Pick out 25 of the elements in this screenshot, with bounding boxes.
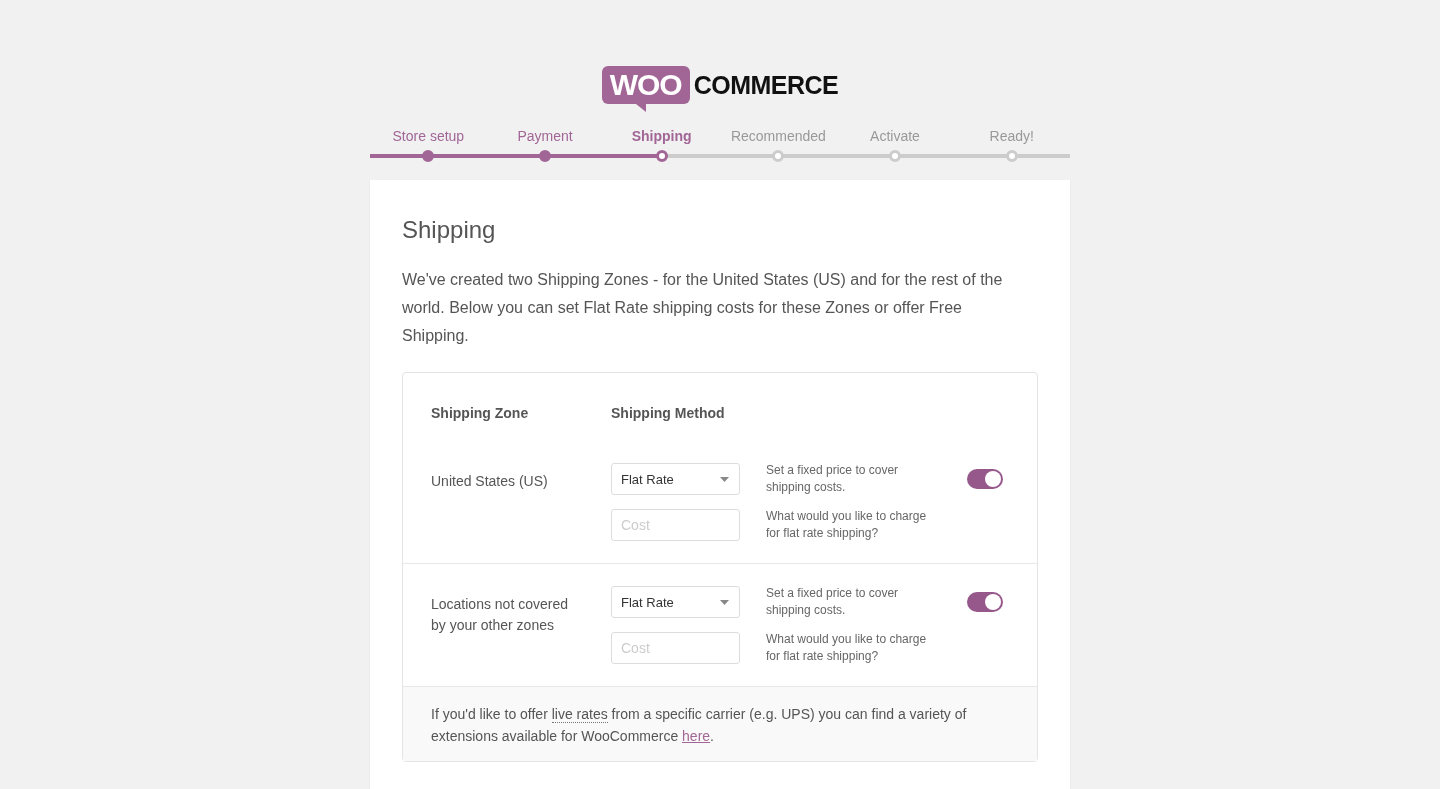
method-help: Set a fixed price to cover shipping costs. <box>766 463 900 495</box>
cost-help: What would you like to charge for flat rate shipping? <box>766 632 928 664</box>
step-label: Payment <box>517 128 573 146</box>
method-help: Set a fixed price to cover shipping costs. <box>766 586 900 618</box>
column-header: Shipping Method <box>611 405 726 421</box>
footer-text: If you'd like to offer live rates from a specific carrier (e.g. UPS) you can find a variety of extensions available for WooCommerce here. <box>431 705 968 746</box>
page-title: Shipping <box>402 216 497 244</box>
step-label: Store setup <box>392 128 465 146</box>
method-select[interactable]: Flat Rate <box>611 463 740 495</box>
step-label: Ready! <box>989 128 1034 146</box>
step-label: Activate <box>870 128 920 146</box>
column-header: Shipping Zone <box>431 405 530 421</box>
enable-toggle[interactable] <box>967 592 1003 612</box>
here-link[interactable]: here <box>682 728 711 744</box>
zone-name: Locations not covered by your other zones <box>431 595 569 635</box>
intro-text: We've created two Shipping Zones - for the United States (US) and for the rest of the world. Below you can set Flat Rate shipping costs for these Zones or offer Free Shipping. <box>402 270 1004 346</box>
logo-text: COMMERCE <box>693 70 839 100</box>
step-label: Recommended <box>730 128 826 146</box>
step-label: Shipping <box>631 128 692 146</box>
method-select[interactable]: Flat Rate <box>611 586 740 618</box>
cost-help: What would you like to charge for flat rate shipping? <box>766 509 928 541</box>
caret-icon <box>720 599 729 605</box>
enable-toggle[interactable] <box>967 469 1003 489</box>
caret-icon <box>720 476 729 482</box>
zone-name: United States (US) <box>431 472 549 491</box>
